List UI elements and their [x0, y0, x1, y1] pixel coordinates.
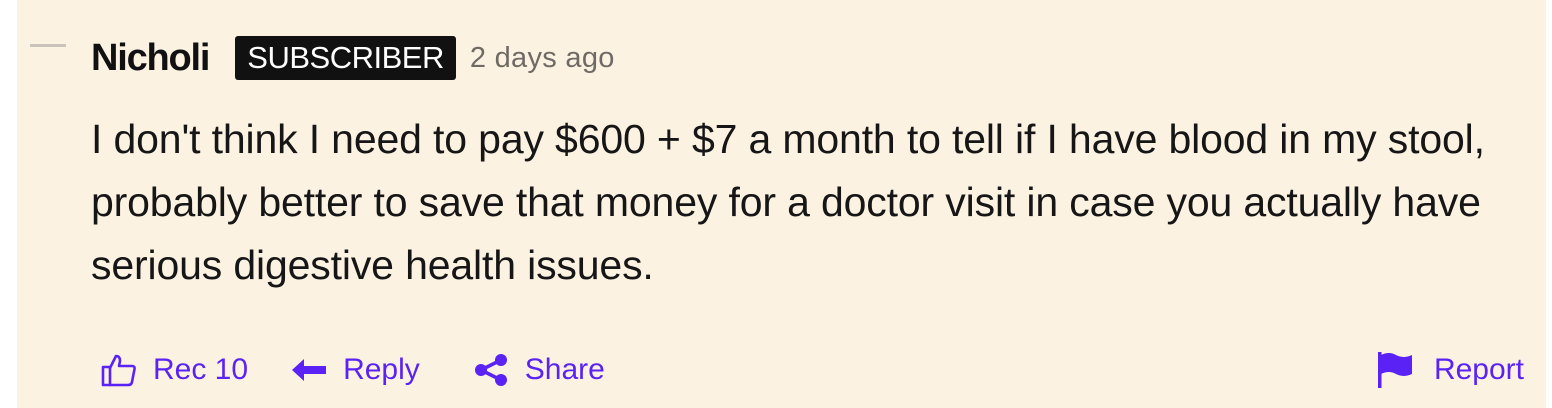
reply-arrow-icon	[292, 359, 327, 381]
reply-button[interactable]: Reply	[292, 353, 420, 387]
comment-header: Nicholi SUBSCRIBER 2 days ago	[91, 34, 615, 82]
collapse-icon[interactable]	[30, 44, 66, 47]
reply-label: Reply	[343, 353, 420, 386]
comment-body: I don't think I need to pay $600 + $7 a …	[91, 116, 1485, 288]
recommend-button[interactable]: Rec 10	[101, 353, 248, 387]
flag-icon	[1377, 352, 1412, 388]
share-button[interactable]: Share	[474, 353, 605, 387]
report-button[interactable]: Report	[1377, 352, 1524, 388]
recommend-label: Rec 10	[153, 353, 249, 386]
report-label: Report	[1433, 353, 1524, 386]
comment-actions: Rec 10 Reply Share Report	[101, 346, 1524, 394]
comment-card: Nicholi SUBSCRIBER 2 days ago I don't th…	[17, 0, 1546, 408]
subscriber-badge: SUBSCRIBER	[235, 36, 456, 80]
share-label: Share	[524, 353, 605, 386]
thumbs-up-icon	[101, 353, 137, 387]
share-icon	[474, 354, 508, 386]
comment-timestamp[interactable]: 2 days ago	[470, 42, 615, 75]
comment-author[interactable]: Nicholi	[91, 37, 210, 80]
